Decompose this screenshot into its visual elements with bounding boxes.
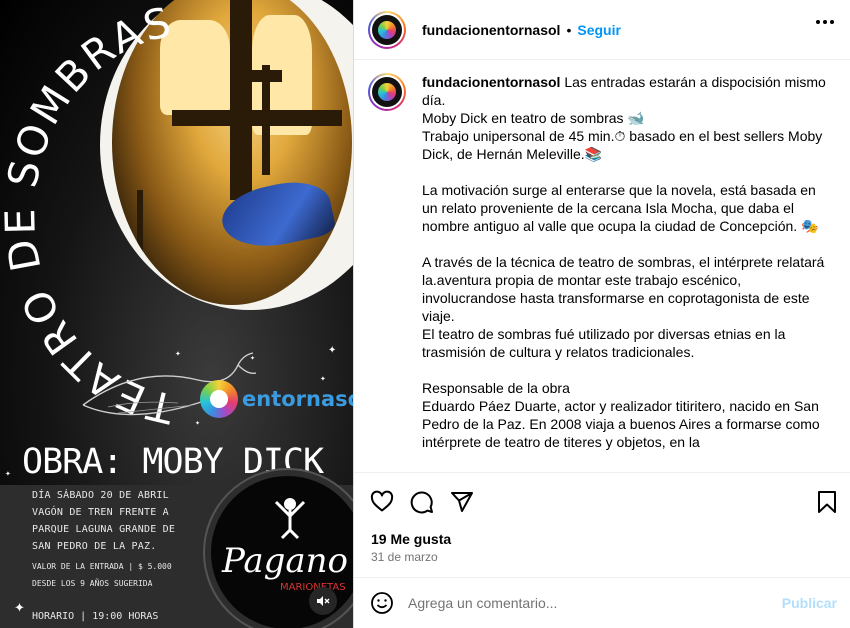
caption-text: fundacionentornasol Las entradas estarán… xyxy=(422,73,827,451)
info-line: PARQUE LAGUNA GRANDE DE xyxy=(32,524,176,535)
likes-count[interactable]: 19 Me gusta xyxy=(371,531,451,547)
sparkle-icon: ✦ xyxy=(320,376,326,383)
separator-dot: • xyxy=(566,21,572,38)
more-options-icon[interactable] xyxy=(816,20,834,24)
svg-text:Pagano: Pagano xyxy=(221,541,348,581)
event-info: DÍA SÁBADO 20 DE ABRIL VAGÓN DE TREN FRE… xyxy=(32,487,176,622)
avatar[interactable] xyxy=(368,10,406,49)
caption-scroll-area[interactable]: fundacionentornasol Las entradas estarán… xyxy=(354,61,850,472)
follow-button[interactable]: Seguir xyxy=(577,22,621,38)
sun-icon xyxy=(200,380,238,418)
hours-info: HORARIO | 19:00 HORAS xyxy=(32,611,159,622)
price-info: VALOR DE LA ENTRADA | $ 5.000 xyxy=(32,562,172,571)
caption-avatar[interactable] xyxy=(368,73,406,111)
speaker-muted-icon xyxy=(317,596,330,606)
comment-input[interactable] xyxy=(408,595,782,611)
comment-icon[interactable] xyxy=(410,490,434,514)
entornasol-logo: entornasol xyxy=(200,380,353,418)
caption-username[interactable]: fundacionentornasol xyxy=(422,74,560,90)
sparkle-icon: ✦ xyxy=(14,600,25,615)
post-image[interactable]: TEATRO DE SOMBRAS entornasol OBRA: MOBY … xyxy=(0,0,353,628)
sparkle-icon: ✦ xyxy=(328,345,337,356)
sparkle-icon: ✦ xyxy=(195,421,201,427)
bookmark-icon[interactable] xyxy=(816,490,838,514)
caption-paragraph: La motivación surge al enterarse que la … xyxy=(422,182,820,234)
caption-comment: fundacionentornasol Las entradas estarán… xyxy=(368,73,831,451)
post-date[interactable]: 31 de marzo xyxy=(371,550,438,564)
caption-paragraph: Responsable de la obra Eduardo Páez Duar… xyxy=(422,380,820,450)
info-line: VAGÓN DE TREN FRENTE A xyxy=(32,507,169,518)
brand-name: entornasol xyxy=(242,387,353,411)
header-username[interactable]: fundacionentornasol xyxy=(422,22,560,38)
comment-bar: Publicar xyxy=(354,577,850,628)
info-line: DÍA SÁBADO 20 DE ABRIL xyxy=(32,490,169,501)
sparkle-icon: ✦ xyxy=(5,471,11,478)
mute-button[interactable] xyxy=(309,587,337,615)
sparkle-icon: ✦ xyxy=(175,351,181,358)
sparkle-icon: ✦ xyxy=(250,356,256,362)
pagano-logo: Pagano MARIONETAS xyxy=(221,498,348,593)
post-actions: 19 Me gusta 31 de marzo xyxy=(354,472,850,577)
emoji-icon[interactable] xyxy=(370,591,394,615)
age-info: DESDE LOS 9 AÑOS SUGERIDA xyxy=(32,579,153,588)
caption-paragraph: A través de la técnica de teatro de somb… xyxy=(422,254,825,360)
share-icon[interactable] xyxy=(450,490,474,514)
heart-icon[interactable] xyxy=(370,490,394,514)
info-line: SAN PEDRO DE LA PAZ. xyxy=(32,541,157,552)
post-panel: fundacionentornasol • Seguir fundacionen… xyxy=(353,0,850,628)
publish-button[interactable]: Publicar xyxy=(782,595,837,611)
post-header: fundacionentornasol • Seguir xyxy=(354,0,850,60)
